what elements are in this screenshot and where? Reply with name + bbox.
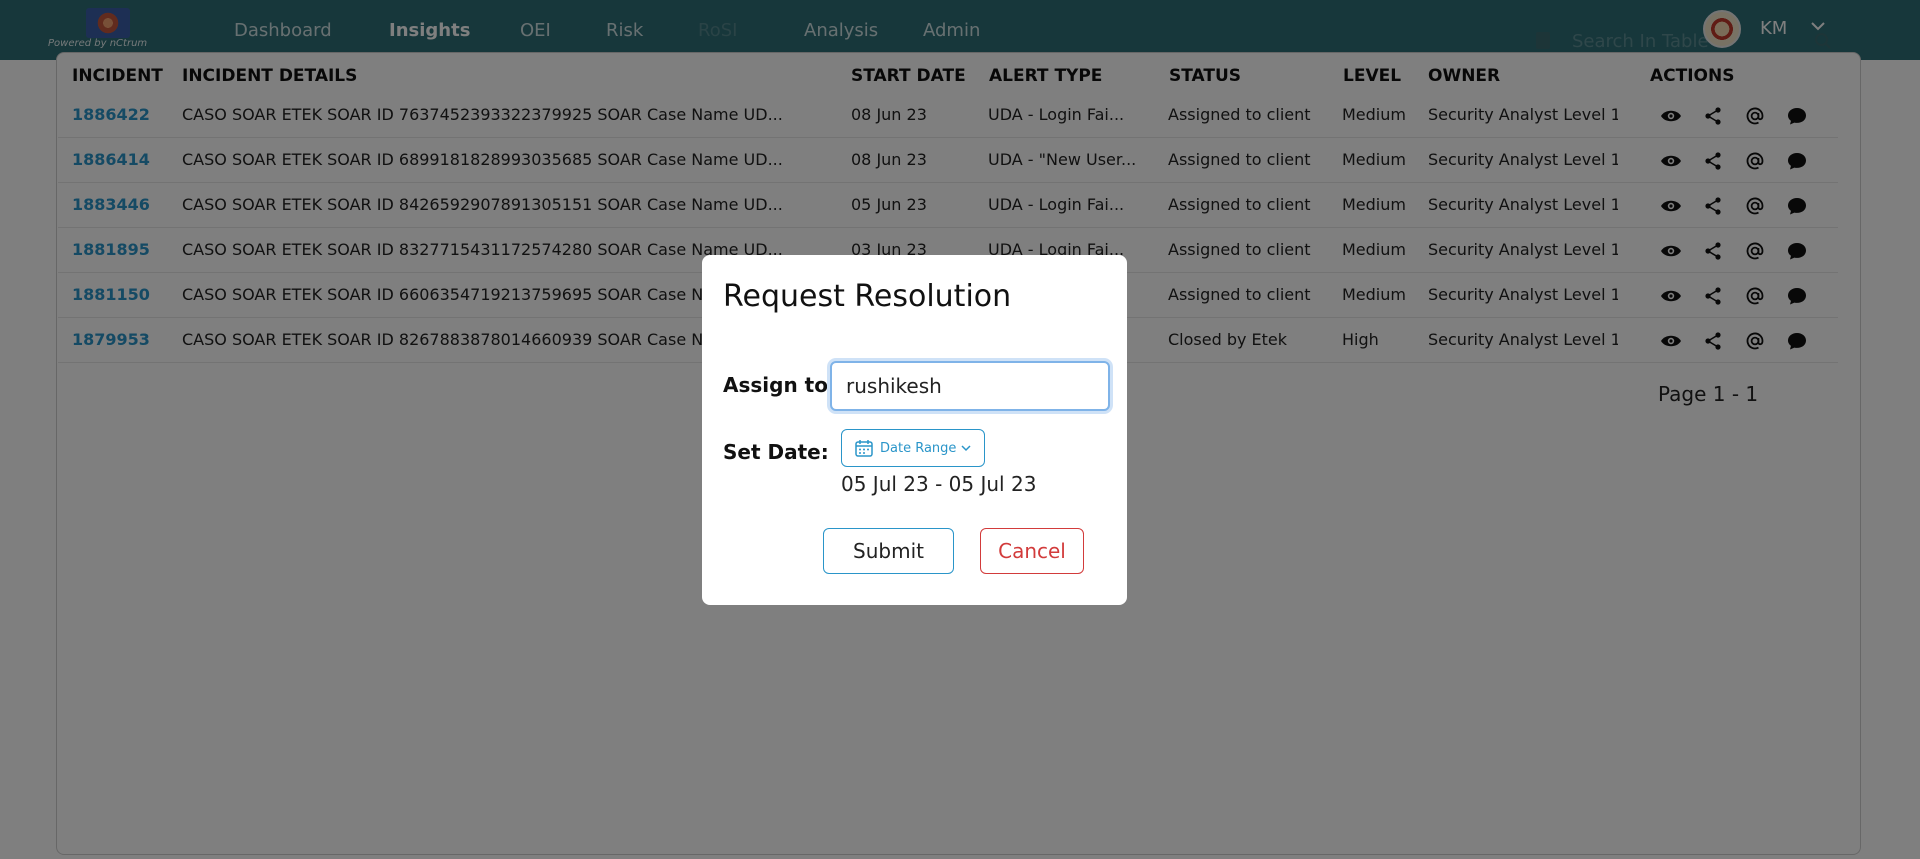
cancel-button[interactable]: Cancel (980, 528, 1084, 574)
modal-title: Request Resolution (723, 279, 1012, 314)
request-resolution-modal: Request Resolution Assign to: Set Date: … (702, 255, 1127, 605)
submit-button[interactable]: Submit (823, 528, 954, 574)
chevron-down-icon (961, 445, 971, 452)
selected-date-range: 05 Jul 23 - 05 Jul 23 (841, 472, 1037, 496)
assign-to-input[interactable] (830, 361, 1110, 411)
date-range-button[interactable]: Date Range (841, 429, 985, 467)
assign-to-label: Assign to: (723, 373, 836, 397)
date-range-button-label: Date Range (880, 440, 957, 456)
set-date-label: Set Date: (723, 440, 829, 464)
calendar-icon (855, 440, 873, 457)
